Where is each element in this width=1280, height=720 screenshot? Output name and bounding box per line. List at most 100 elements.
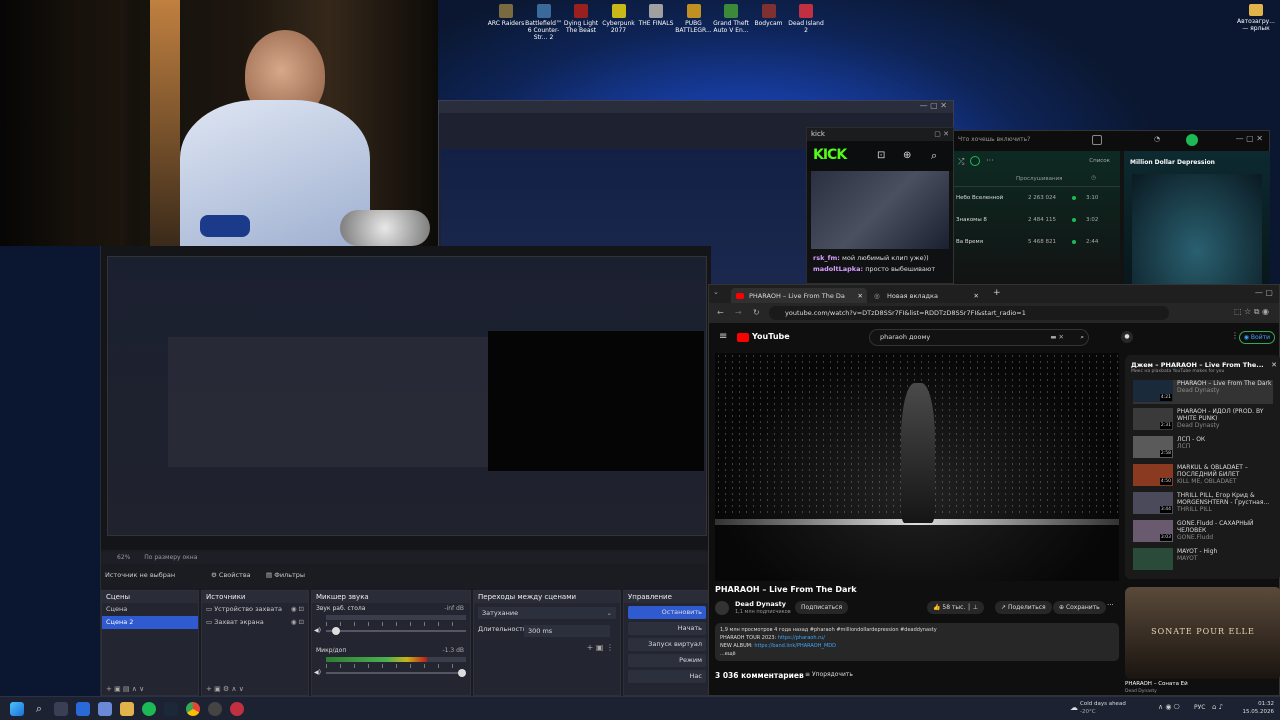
chat-user[interactable]: madoltLapka: [813, 265, 863, 273]
desktop-icon[interactable]: Dead Island 2 [786, 4, 826, 34]
playlist-item[interactable]: 4:21 PHARAOH – Live From The Dark Dead Dyn… [1133, 380, 1273, 404]
reco-title[interactable]: PHARAOH – Соната Ей [1125, 681, 1188, 687]
channel-name[interactable]: Dead Dynasty [735, 600, 786, 608]
desktop-icon[interactable]: Battlefield™ 6 Counter-Str... 2 [524, 4, 564, 41]
shuffle-icon[interactable]: ⤮ [958, 157, 964, 167]
playlist-item[interactable]: 2:31 PHARAOH - ИДОЛ (PROD. BY WHITE PUNK)… [1133, 408, 1273, 432]
control-button[interactable]: Режим [628, 654, 706, 667]
scene-item[interactable]: Сцена 2 [102, 616, 198, 629]
bell-icon[interactable]: ◔ [1154, 135, 1160, 143]
tab-search-icon[interactable]: ⌄ [713, 288, 719, 296]
close-icon[interactable]: ✕ [1271, 361, 1277, 369]
obs-preview[interactable] [101, 246, 711, 550]
desktop-icon[interactable]: Dying Light The Beast [561, 4, 601, 34]
window-controls[interactable]: — ▢ [1255, 288, 1273, 297]
video-description[interactable]: 1,9 млн просмотров 4 года назад #pharaoh… [715, 623, 1119, 661]
track-row[interactable]: Ва Время 5 468 821 2:44 [954, 231, 1120, 253]
scene-item[interactable]: Сцена [102, 603, 198, 616]
spotify-lib-icon[interactable] [1092, 135, 1102, 145]
spotify-search[interactable]: Что хочешь включить? [958, 136, 1030, 143]
playlist-item[interactable]: 3:44 THRILL PILL, Егор Крид & MORGENSHTER… [1133, 492, 1273, 516]
sort-label[interactable]: Список [1089, 158, 1110, 164]
search-icon[interactable]: ⌕ [1080, 330, 1084, 345]
weather-widget[interactable]: ☁ Cold days ahead -20°C [1070, 700, 1126, 716]
control-button[interactable]: Остановить [628, 606, 706, 619]
window-controls[interactable]: — ▢ ✕ [1236, 134, 1263, 143]
filters-button[interactable]: ▤ Фильтры [266, 566, 305, 584]
search-icon[interactable]: ⌕ [931, 149, 937, 163]
playlist-item[interactable]: 2:58 ЛСП - ОК ЛСП [1133, 436, 1273, 460]
widgets-icon[interactable] [76, 702, 90, 716]
visibility-icon[interactable]: ◉ ⊡ [291, 603, 304, 616]
control-button[interactable]: Нас [628, 670, 706, 683]
youtube-logo-icon[interactable] [737, 333, 749, 342]
scenes-toolbar[interactable]: + ▣ ▤ ∧ ∨ [106, 685, 144, 693]
close-icon[interactable]: ✕ [858, 288, 863, 304]
volume-slider[interactable] [326, 627, 466, 635]
globe-icon[interactable]: ⊕ [903, 150, 911, 161]
desc-more[interactable]: ...ещё [720, 650, 1114, 658]
explorer-icon[interactable] [98, 702, 112, 716]
desktop-icon[interactable]: PUBG BATTLEGR... [674, 4, 714, 34]
transition-toolbar[interactable]: + ▣ ⋮ [587, 643, 614, 652]
steam-icon[interactable] [164, 702, 178, 716]
control-button[interactable]: Запуск виртуал [628, 638, 706, 651]
source-item[interactable]: ▭ Устройство захвата ◉ ⊡ [202, 603, 308, 616]
speaker-icon[interactable]: ◀) [314, 627, 321, 634]
browser-toolbar-icons[interactable]: ⬚ ☆ ⧉ ◉ [1234, 307, 1269, 317]
track-row[interactable]: Небо Вселенной 2 263 024 3:10 [954, 187, 1120, 209]
network-icon[interactable]: ⌂ ♪ [1212, 703, 1223, 711]
tab-new[interactable]: ◎ Новая вкладка ✕ [869, 288, 983, 304]
desc-album-link[interactable]: https://band.link/PHARAOH_MDD [754, 643, 836, 649]
saved-icon[interactable] [1072, 196, 1076, 200]
video-player[interactable] [715, 353, 1119, 581]
app-icon[interactable] [230, 702, 244, 716]
volume-slider[interactable] [326, 669, 466, 677]
share-button[interactable]: ↗ Поделиться [995, 601, 1052, 614]
desktop-icon[interactable]: ARC Raiders [486, 4, 526, 27]
saved-icon[interactable] [970, 156, 980, 166]
youtube-logo[interactable]: YouTube [752, 332, 790, 341]
spotify-icon[interactable] [142, 702, 156, 716]
speaker-icon[interactable]: ◀) [314, 669, 321, 676]
forward-icon[interactable]: → [735, 308, 742, 317]
clock[interactable]: 01:32 15.05.2026 [1236, 700, 1275, 716]
tray-icons[interactable]: ∧ ◉ ⎔ [1158, 703, 1180, 711]
save-button[interactable]: ⊕ Сохранить [1053, 601, 1106, 614]
playlist-item[interactable]: 3:03 GONE.Fludd - САХАРНЫЙ ЧЕЛОВЕК GONE.Fl… [1133, 520, 1273, 544]
language-indicator[interactable]: РУС [1194, 704, 1205, 711]
desktop-icon[interactable]: Cyberpunk 2077 [599, 4, 639, 34]
search-icon[interactable]: ⌕ [32, 702, 46, 716]
obs-icon[interactable] [208, 702, 222, 716]
kick-stream-preview[interactable] [811, 171, 949, 249]
back-icon[interactable]: ← [717, 308, 724, 317]
transition-select[interactable]: Затухание ⌄ [478, 607, 616, 619]
close-icon[interactable]: ✕ [974, 288, 979, 304]
channel-avatar[interactable] [715, 601, 729, 615]
keyboard-icon[interactable]: ▬ ✕ [1050, 330, 1064, 345]
subscribe-button[interactable]: Подписаться [795, 601, 849, 614]
kick-logo[interactable]: KICK [813, 147, 847, 163]
windows-start-icon[interactable] [10, 702, 24, 716]
reco-thumbnail[interactable]: SONATE POUR ELLE [1125, 587, 1280, 679]
signin-button[interactable]: ◉ Войти [1238, 331, 1275, 344]
volume-handle[interactable] [458, 669, 466, 677]
desc-tour-link[interactable]: https://pharaoh.ru/ [778, 635, 825, 641]
more-icon[interactable]: ⋮ [1231, 331, 1239, 340]
fit-mode[interactable]: По размеру окна [144, 554, 197, 561]
sources-toolbar[interactable]: + ▣ ⚙ ∧ ∨ [206, 685, 244, 693]
chat-user[interactable]: rsk_fm: [813, 254, 840, 262]
duration-input[interactable]: 300 ms [524, 625, 610, 637]
zoom-level[interactable]: 62% [117, 554, 130, 561]
saved-icon[interactable] [1072, 240, 1076, 244]
menu-icon[interactable]: ≡ [719, 331, 727, 342]
playlist-item[interactable]: 4:50 MARKUL & OBLADAET – ПОСЛЕДНИЙ БИЛЕТ K… [1133, 464, 1273, 488]
volume-handle[interactable] [332, 627, 340, 635]
desktop-icon[interactable]: Bodycam [749, 4, 789, 27]
track-row[interactable]: Знакомы 8 2 484 115 3:02 [954, 209, 1120, 231]
desktop-icon[interactable]: Grand Theft Auto V En... [711, 4, 751, 34]
reload-icon[interactable]: ↻ [753, 308, 760, 317]
new-tab-button[interactable]: + [993, 288, 1001, 298]
more-icon[interactable]: ··· [1107, 601, 1114, 609]
chrome-icon[interactable] [186, 702, 200, 716]
